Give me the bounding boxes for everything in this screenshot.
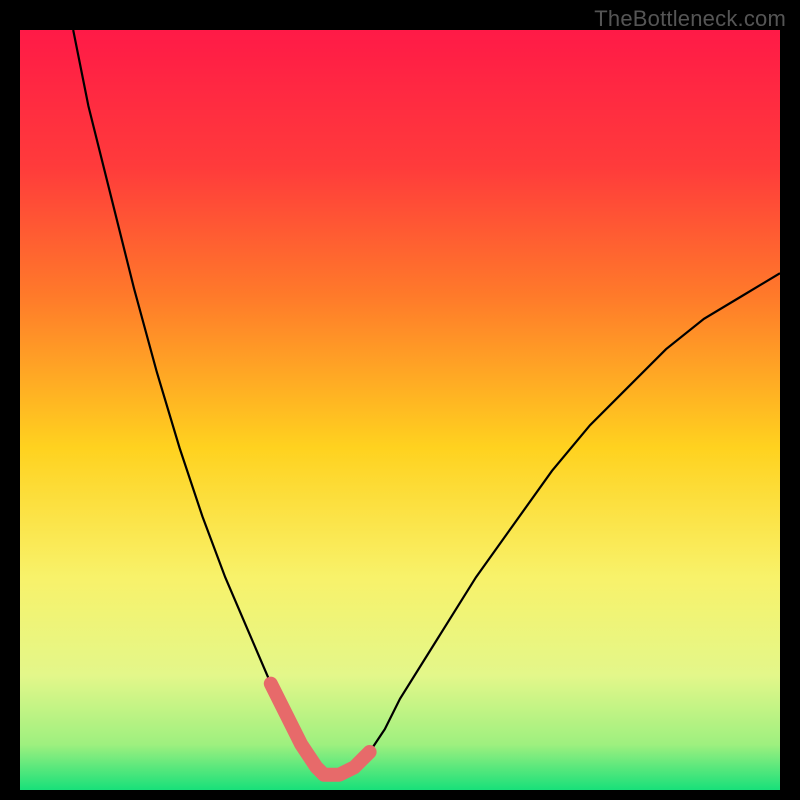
watermark-label: TheBottleneck.com: [594, 6, 786, 32]
chart-svg: [20, 30, 780, 790]
gradient-background: [20, 30, 780, 790]
bottleneck-plot: [20, 30, 780, 790]
chart-frame: TheBottleneck.com: [0, 0, 800, 800]
